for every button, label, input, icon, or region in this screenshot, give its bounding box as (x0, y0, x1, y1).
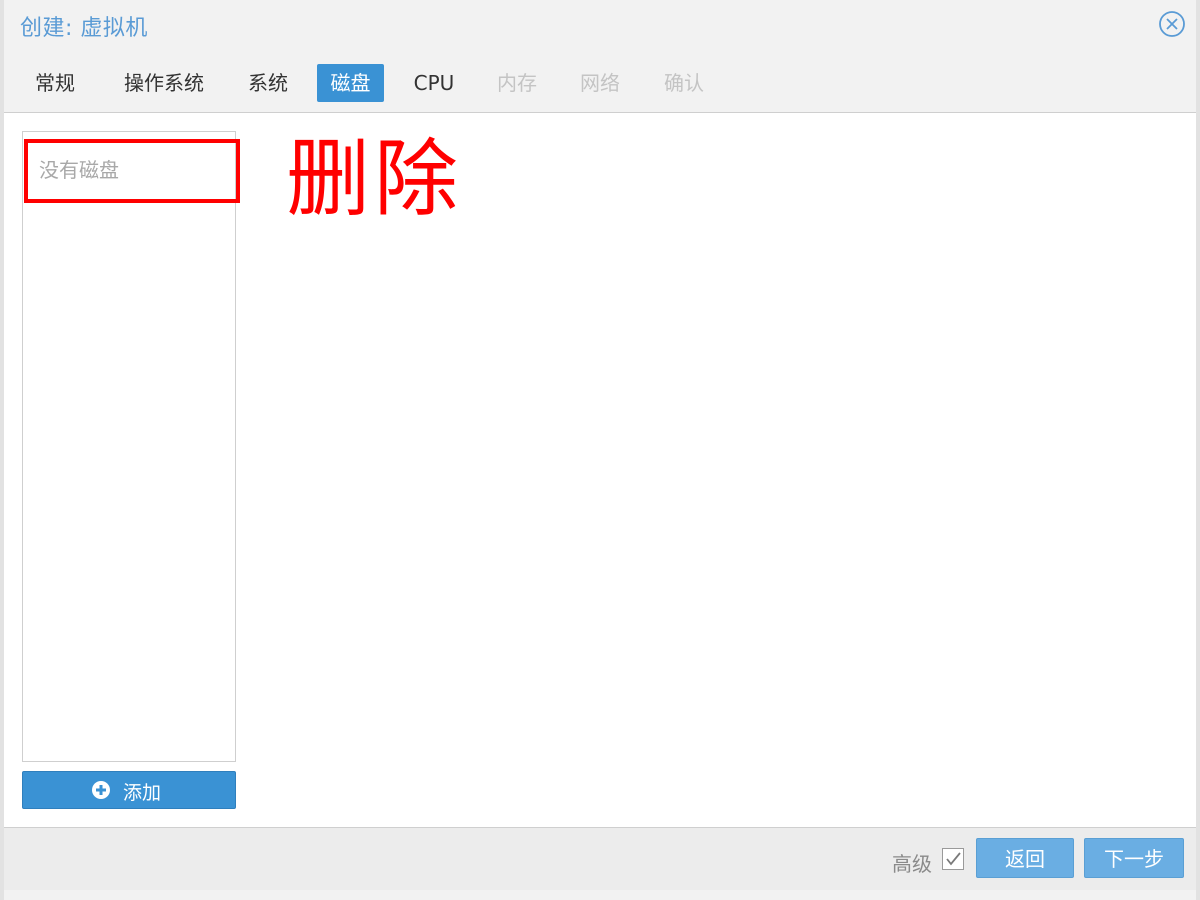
annotation-text: 删除 (286, 130, 463, 228)
advanced-label: 高级 (892, 852, 932, 876)
annotation-highlight-box (24, 139, 240, 203)
checkmark-icon (946, 852, 961, 866)
tab-cpu[interactable]: CPU (404, 64, 464, 102)
create-vm-dialog: 创建: 虚拟机 常规 操作系统 系统 磁盘 CPU 内存 网络 确认 没有磁盘 … (0, 0, 1200, 900)
disk-panel: 没有磁盘 删除 添加 (4, 112, 1196, 828)
tab-network: 网络 (580, 71, 620, 95)
tab-memory: 内存 (497, 71, 537, 95)
plus-circle-icon (92, 781, 110, 799)
tab-general[interactable]: 常规 (20, 64, 90, 102)
add-disk-button[interactable]: 添加 (22, 771, 236, 809)
close-circle-icon[interactable] (1158, 10, 1186, 38)
disk-list[interactable]: 没有磁盘 (22, 131, 236, 762)
dialog-footer: 高级 返回 下一步 (4, 828, 1196, 890)
add-button-label: 添加 (123, 782, 162, 804)
tab-os[interactable]: 操作系统 (116, 64, 212, 102)
tab-system[interactable]: 系统 (238, 64, 298, 102)
dialog-title: 创建: 虚拟机 (20, 16, 148, 41)
tab-confirm: 确认 (664, 71, 704, 95)
title-bar: 创建: 虚拟机 (4, 0, 1196, 50)
back-button[interactable]: 返回 (976, 838, 1074, 878)
next-button[interactable]: 下一步 (1084, 838, 1184, 878)
advanced-checkbox[interactable] (942, 848, 964, 870)
tab-disks[interactable]: 磁盘 (317, 64, 384, 102)
